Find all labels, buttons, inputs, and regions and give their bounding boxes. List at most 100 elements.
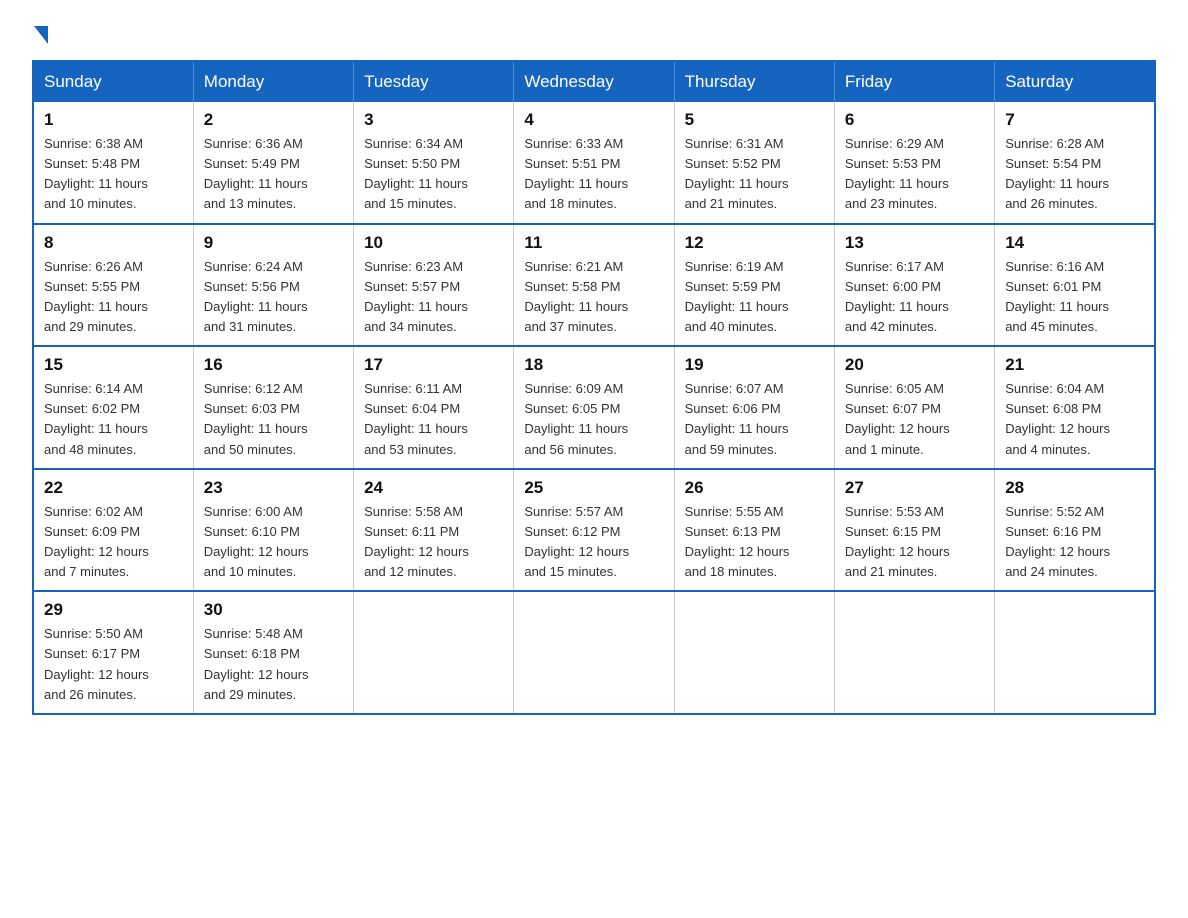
day-info: Sunrise: 6:29 AM Sunset: 5:53 PM Dayligh… (845, 134, 984, 215)
day-info: Sunrise: 6:28 AM Sunset: 5:54 PM Dayligh… (1005, 134, 1144, 215)
day-number: 20 (845, 355, 984, 375)
calendar-cell: 29 Sunrise: 5:50 AM Sunset: 6:17 PM Dayl… (33, 591, 193, 714)
calendar-cell: 3 Sunrise: 6:34 AM Sunset: 5:50 PM Dayli… (354, 102, 514, 224)
day-info: Sunrise: 6:26 AM Sunset: 5:55 PM Dayligh… (44, 257, 183, 338)
page-header (32, 24, 1156, 42)
day-info: Sunrise: 5:50 AM Sunset: 6:17 PM Dayligh… (44, 624, 183, 705)
day-number: 13 (845, 233, 984, 253)
day-info: Sunrise: 6:31 AM Sunset: 5:52 PM Dayligh… (685, 134, 824, 215)
day-number: 9 (204, 233, 343, 253)
day-number: 10 (364, 233, 503, 253)
calendar-cell: 6 Sunrise: 6:29 AM Sunset: 5:53 PM Dayli… (834, 102, 994, 224)
day-info: Sunrise: 6:21 AM Sunset: 5:58 PM Dayligh… (524, 257, 663, 338)
calendar-table: SundayMondayTuesdayWednesdayThursdayFrid… (32, 60, 1156, 715)
day-number: 22 (44, 478, 183, 498)
calendar-cell: 27 Sunrise: 5:53 AM Sunset: 6:15 PM Dayl… (834, 469, 994, 592)
calendar-cell: 18 Sunrise: 6:09 AM Sunset: 6:05 PM Dayl… (514, 346, 674, 469)
day-number: 5 (685, 110, 824, 130)
day-number: 23 (204, 478, 343, 498)
calendar-cell: 10 Sunrise: 6:23 AM Sunset: 5:57 PM Dayl… (354, 224, 514, 347)
day-info: Sunrise: 6:00 AM Sunset: 6:10 PM Dayligh… (204, 502, 343, 583)
calendar-cell: 24 Sunrise: 5:58 AM Sunset: 6:11 PM Dayl… (354, 469, 514, 592)
calendar-cell: 4 Sunrise: 6:33 AM Sunset: 5:51 PM Dayli… (514, 102, 674, 224)
day-info: Sunrise: 6:11 AM Sunset: 6:04 PM Dayligh… (364, 379, 503, 460)
day-info: Sunrise: 6:23 AM Sunset: 5:57 PM Dayligh… (364, 257, 503, 338)
day-number: 7 (1005, 110, 1144, 130)
logo-arrow-icon (34, 26, 48, 44)
day-number: 11 (524, 233, 663, 253)
day-number: 24 (364, 478, 503, 498)
calendar-week-row: 22 Sunrise: 6:02 AM Sunset: 6:09 PM Dayl… (33, 469, 1155, 592)
calendar-cell: 17 Sunrise: 6:11 AM Sunset: 6:04 PM Dayl… (354, 346, 514, 469)
day-info: Sunrise: 5:48 AM Sunset: 6:18 PM Dayligh… (204, 624, 343, 705)
day-number: 18 (524, 355, 663, 375)
day-info: Sunrise: 6:24 AM Sunset: 5:56 PM Dayligh… (204, 257, 343, 338)
calendar-cell: 5 Sunrise: 6:31 AM Sunset: 5:52 PM Dayli… (674, 102, 834, 224)
calendar-week-row: 15 Sunrise: 6:14 AM Sunset: 6:02 PM Dayl… (33, 346, 1155, 469)
day-info: Sunrise: 6:05 AM Sunset: 6:07 PM Dayligh… (845, 379, 984, 460)
col-header-thursday: Thursday (674, 61, 834, 102)
calendar-cell (354, 591, 514, 714)
calendar-cell: 11 Sunrise: 6:21 AM Sunset: 5:58 PM Dayl… (514, 224, 674, 347)
calendar-cell: 19 Sunrise: 6:07 AM Sunset: 6:06 PM Dayl… (674, 346, 834, 469)
day-number: 14 (1005, 233, 1144, 253)
day-info: Sunrise: 6:02 AM Sunset: 6:09 PM Dayligh… (44, 502, 183, 583)
calendar-cell: 28 Sunrise: 5:52 AM Sunset: 6:16 PM Dayl… (995, 469, 1155, 592)
day-info: Sunrise: 6:07 AM Sunset: 6:06 PM Dayligh… (685, 379, 824, 460)
calendar-week-row: 8 Sunrise: 6:26 AM Sunset: 5:55 PM Dayli… (33, 224, 1155, 347)
calendar-cell (995, 591, 1155, 714)
calendar-cell: 9 Sunrise: 6:24 AM Sunset: 5:56 PM Dayli… (193, 224, 353, 347)
day-number: 1 (44, 110, 183, 130)
day-info: Sunrise: 6:19 AM Sunset: 5:59 PM Dayligh… (685, 257, 824, 338)
logo (32, 24, 48, 42)
day-number: 12 (685, 233, 824, 253)
day-info: Sunrise: 6:14 AM Sunset: 6:02 PM Dayligh… (44, 379, 183, 460)
day-info: Sunrise: 6:04 AM Sunset: 6:08 PM Dayligh… (1005, 379, 1144, 460)
calendar-cell: 20 Sunrise: 6:05 AM Sunset: 6:07 PM Dayl… (834, 346, 994, 469)
day-number: 26 (685, 478, 824, 498)
day-number: 3 (364, 110, 503, 130)
day-number: 4 (524, 110, 663, 130)
day-info: Sunrise: 5:53 AM Sunset: 6:15 PM Dayligh… (845, 502, 984, 583)
day-number: 29 (44, 600, 183, 620)
calendar-cell: 23 Sunrise: 6:00 AM Sunset: 6:10 PM Dayl… (193, 469, 353, 592)
day-number: 17 (364, 355, 503, 375)
col-header-monday: Monday (193, 61, 353, 102)
calendar-week-row: 1 Sunrise: 6:38 AM Sunset: 5:48 PM Dayli… (33, 102, 1155, 224)
day-info: Sunrise: 6:12 AM Sunset: 6:03 PM Dayligh… (204, 379, 343, 460)
calendar-cell: 13 Sunrise: 6:17 AM Sunset: 6:00 PM Dayl… (834, 224, 994, 347)
calendar-cell: 1 Sunrise: 6:38 AM Sunset: 5:48 PM Dayli… (33, 102, 193, 224)
calendar-cell: 8 Sunrise: 6:26 AM Sunset: 5:55 PM Dayli… (33, 224, 193, 347)
col-header-wednesday: Wednesday (514, 61, 674, 102)
day-number: 16 (204, 355, 343, 375)
day-number: 25 (524, 478, 663, 498)
day-info: Sunrise: 6:34 AM Sunset: 5:50 PM Dayligh… (364, 134, 503, 215)
day-info: Sunrise: 6:17 AM Sunset: 6:00 PM Dayligh… (845, 257, 984, 338)
calendar-cell (674, 591, 834, 714)
day-info: Sunrise: 5:58 AM Sunset: 6:11 PM Dayligh… (364, 502, 503, 583)
day-number: 21 (1005, 355, 1144, 375)
day-info: Sunrise: 6:33 AM Sunset: 5:51 PM Dayligh… (524, 134, 663, 215)
calendar-cell: 2 Sunrise: 6:36 AM Sunset: 5:49 PM Dayli… (193, 102, 353, 224)
day-number: 19 (685, 355, 824, 375)
day-number: 30 (204, 600, 343, 620)
day-info: Sunrise: 6:16 AM Sunset: 6:01 PM Dayligh… (1005, 257, 1144, 338)
calendar-cell: 26 Sunrise: 5:55 AM Sunset: 6:13 PM Dayl… (674, 469, 834, 592)
day-info: Sunrise: 5:57 AM Sunset: 6:12 PM Dayligh… (524, 502, 663, 583)
day-number: 6 (845, 110, 984, 130)
col-header-sunday: Sunday (33, 61, 193, 102)
day-info: Sunrise: 5:55 AM Sunset: 6:13 PM Dayligh… (685, 502, 824, 583)
calendar-cell: 7 Sunrise: 6:28 AM Sunset: 5:54 PM Dayli… (995, 102, 1155, 224)
calendar-cell: 21 Sunrise: 6:04 AM Sunset: 6:08 PM Dayl… (995, 346, 1155, 469)
col-header-tuesday: Tuesday (354, 61, 514, 102)
day-info: Sunrise: 6:36 AM Sunset: 5:49 PM Dayligh… (204, 134, 343, 215)
day-number: 28 (1005, 478, 1144, 498)
calendar-cell: 22 Sunrise: 6:02 AM Sunset: 6:09 PM Dayl… (33, 469, 193, 592)
calendar-cell (514, 591, 674, 714)
day-info: Sunrise: 6:38 AM Sunset: 5:48 PM Dayligh… (44, 134, 183, 215)
day-number: 15 (44, 355, 183, 375)
day-number: 27 (845, 478, 984, 498)
calendar-header-row: SundayMondayTuesdayWednesdayThursdayFrid… (33, 61, 1155, 102)
logo-text (32, 24, 48, 42)
col-header-friday: Friday (834, 61, 994, 102)
